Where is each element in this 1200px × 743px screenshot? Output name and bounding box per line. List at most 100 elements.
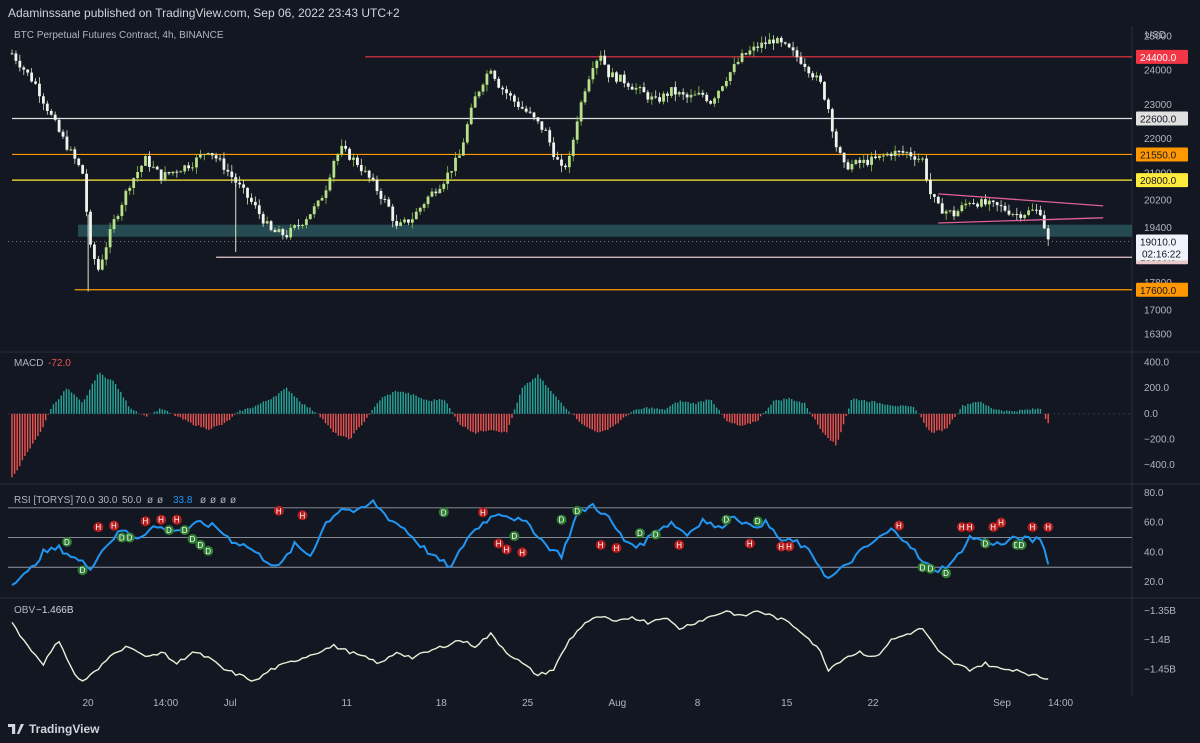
- candle-body[interactable]: [897, 150, 901, 152]
- candle-body[interactable]: [69, 149, 73, 151]
- candle-body[interactable]: [823, 81, 826, 100]
- candle-body[interactable]: [630, 86, 634, 90]
- candle-body[interactable]: [756, 46, 760, 48]
- candle-body[interactable]: [532, 112, 536, 118]
- candle-body[interactable]: [944, 211, 948, 214]
- candle-body[interactable]: [18, 60, 22, 68]
- candle-body[interactable]: [469, 107, 473, 125]
- candle-body[interactable]: [53, 114, 57, 120]
- candle-body[interactable]: [175, 171, 179, 173]
- rsi-marker-d[interactable]: D: [635, 528, 645, 539]
- candle-body[interactable]: [450, 171, 453, 173]
- rsi-marker-h[interactable]: H: [996, 517, 1007, 528]
- candle-body[interactable]: [316, 200, 320, 207]
- candle-body[interactable]: [850, 164, 854, 170]
- candle-body[interactable]: [230, 171, 234, 178]
- candle-body[interactable]: [179, 171, 183, 173]
- candle-body[interactable]: [461, 142, 465, 156]
- candle-body[interactable]: [607, 64, 610, 78]
- candle-body[interactable]: [1042, 215, 1046, 229]
- candle-body[interactable]: [642, 87, 646, 93]
- candle-body[interactable]: [124, 190, 128, 205]
- candle-body[interactable]: [14, 53, 18, 61]
- candle-body[interactable]: [214, 155, 218, 159]
- candle-body[interactable]: [764, 42, 767, 45]
- candle-body[interactable]: [509, 93, 512, 96]
- candle-body[interactable]: [340, 145, 344, 155]
- rsi-marker-d[interactable]: D: [941, 568, 952, 579]
- rsi-marker-d[interactable]: D: [1016, 539, 1027, 550]
- price-level-tag[interactable]: 17600.0: [1136, 282, 1188, 297]
- candle-body[interactable]: [395, 221, 399, 226]
- candle-body[interactable]: [713, 98, 716, 104]
- candle-body[interactable]: [650, 96, 654, 100]
- candle-body[interactable]: [183, 165, 187, 172]
- candle-body[interactable]: [269, 221, 273, 230]
- candle-body[interactable]: [171, 171, 175, 174]
- candle-body[interactable]: [622, 74, 626, 84]
- candle-body[interactable]: [22, 67, 26, 70]
- candle-body[interactable]: [870, 156, 873, 165]
- rsi-marker-h[interactable]: H: [517, 547, 528, 558]
- candle-body[interactable]: [89, 211, 92, 245]
- candle-body[interactable]: [552, 142, 556, 158]
- candle-body[interactable]: [740, 53, 744, 62]
- candle-body[interactable]: [881, 155, 885, 157]
- candle-body[interactable]: [367, 170, 371, 178]
- candle-body[interactable]: [108, 229, 112, 248]
- candle-body[interactable]: [772, 39, 775, 44]
- candle-body[interactable]: [991, 200, 995, 203]
- rsi-marker-d[interactable]: D: [179, 525, 190, 536]
- candle-body[interactable]: [359, 165, 363, 172]
- candle-body[interactable]: [485, 73, 489, 85]
- candle-body[interactable]: [187, 165, 191, 169]
- candle-body[interactable]: [732, 64, 736, 73]
- rsi-marker-d[interactable]: D: [721, 514, 732, 525]
- candle-body[interactable]: [693, 94, 697, 96]
- candle-body[interactable]: [34, 81, 37, 84]
- candle-body[interactable]: [976, 203, 979, 207]
- candle-body[interactable]: [438, 188, 442, 194]
- rsi-marker-h[interactable]: H: [156, 514, 167, 525]
- candle-body[interactable]: [410, 219, 414, 223]
- candle-body[interactable]: [1007, 210, 1011, 215]
- candle-body[interactable]: [768, 39, 771, 45]
- candle-body[interactable]: [414, 211, 418, 220]
- candle-body[interactable]: [548, 130, 552, 143]
- candle-body[interactable]: [685, 94, 689, 98]
- candle-body[interactable]: [344, 145, 348, 149]
- candle-body[interactable]: [352, 157, 355, 160]
- candle-body[interactable]: [587, 79, 591, 92]
- candle-body[interactable]: [379, 191, 383, 199]
- candle-body[interactable]: [760, 42, 764, 48]
- candle-body[interactable]: [473, 96, 477, 108]
- candle-body[interactable]: [328, 177, 332, 191]
- candle-body[interactable]: [952, 210, 956, 217]
- candle-body[interactable]: [905, 152, 909, 154]
- candle-body[interactable]: [599, 55, 603, 61]
- candle-body[interactable]: [1003, 205, 1007, 211]
- candle-body[interactable]: [42, 96, 45, 104]
- rsi-marker-d[interactable]: D: [203, 545, 214, 556]
- candle-body[interactable]: [304, 219, 308, 225]
- candle-body[interactable]: [167, 172, 171, 174]
- candle-body[interactable]: [1023, 214, 1027, 218]
- candle-body[interactable]: [151, 166, 155, 168]
- rsi-marker-h[interactable]: H: [611, 542, 622, 553]
- candle-body[interactable]: [520, 106, 524, 109]
- candle-body[interactable]: [434, 191, 438, 194]
- candle-body[interactable]: [206, 153, 210, 155]
- candle-body[interactable]: [673, 87, 677, 95]
- rsi-marker-d[interactable]: D: [650, 529, 661, 540]
- rsi-marker-h[interactable]: H: [595, 539, 606, 550]
- rsi-marker-h[interactable]: H: [478, 507, 488, 518]
- candle-body[interactable]: [289, 227, 293, 238]
- candle-body[interactable]: [100, 259, 104, 270]
- candle-body[interactable]: [842, 152, 846, 163]
- candle-body[interactable]: [940, 203, 944, 214]
- candle-body[interactable]: [144, 156, 147, 166]
- candle-body[interactable]: [658, 97, 662, 102]
- candle-body[interactable]: [1015, 214, 1019, 216]
- candle-body[interactable]: [199, 154, 202, 158]
- price-level-tag[interactable]: 24400.0: [1136, 49, 1188, 64]
